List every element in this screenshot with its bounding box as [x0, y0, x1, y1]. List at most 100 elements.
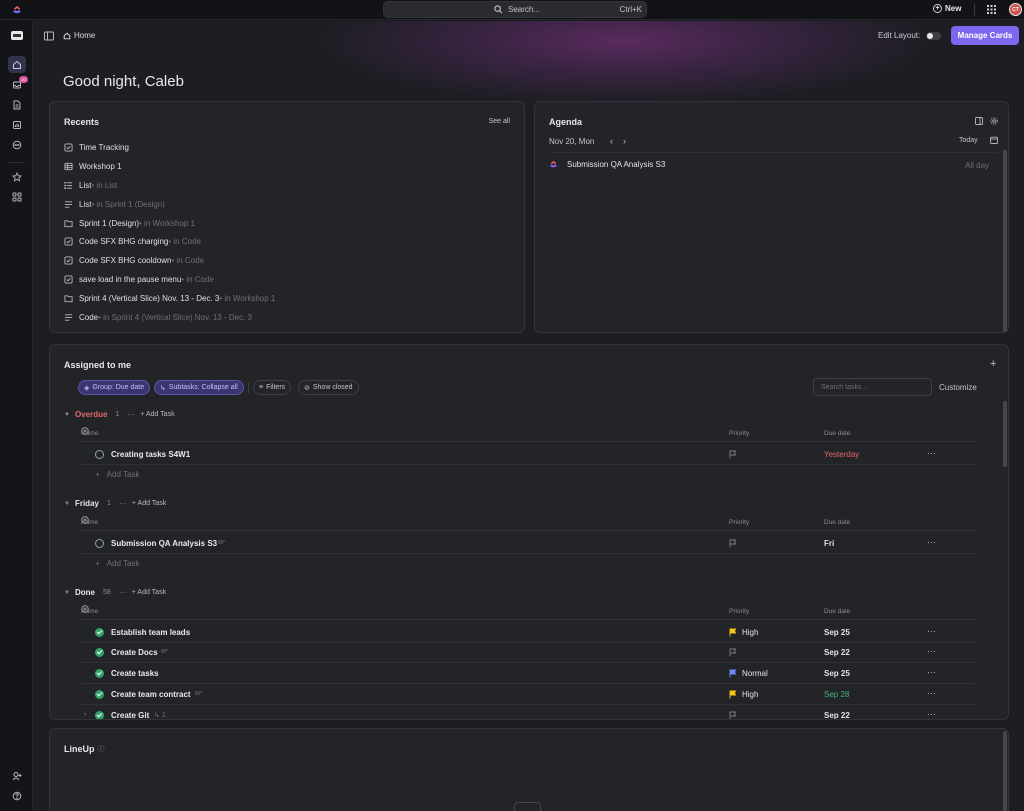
apps-grid-icon[interactable]: [987, 5, 996, 14]
add-task-button[interactable]: + Add Task: [132, 589, 166, 596]
task-row[interactable]: Creating tasks S4W1 Yesterday ···: [81, 445, 975, 465]
add-icon[interactable]: +: [990, 358, 996, 370]
agenda-today-button[interactable]: Today: [959, 137, 978, 144]
home-icon[interactable]: [8, 56, 26, 73]
task-due[interactable]: Yesterday: [824, 450, 859, 459]
task-row[interactable]: Create tasks Normal Sep 25 ···: [81, 664, 975, 684]
flag-icon[interactable]: [729, 539, 737, 548]
group-header-friday[interactable]: ▼ Friday 1 ··· + Add Task: [64, 499, 166, 508]
panel-icon[interactable]: [975, 117, 983, 125]
info-icon[interactable]: ⓘ: [98, 744, 105, 754]
col-due[interactable]: Due date: [824, 430, 850, 437]
task-due[interactable]: Fri: [824, 539, 834, 548]
recent-item[interactable]: Sprint 4 (Vertical Slice) Nov. 13 - Dec.…: [64, 289, 275, 308]
collapse-handle[interactable]: [514, 802, 541, 811]
task-priority[interactable]: High: [742, 690, 758, 699]
col-priority[interactable]: Priority: [729, 519, 749, 526]
recent-item[interactable]: Workshop 1: [64, 157, 275, 176]
task-due[interactable]: Sep 25: [824, 628, 850, 637]
recent-item[interactable]: Code SFX BHG charging • in Code: [64, 232, 275, 251]
spaces-icon[interactable]: [8, 188, 26, 205]
recent-item[interactable]: Code SFX BHG cooldown • in Code: [64, 251, 275, 270]
recent-item[interactable]: Code • in Sprint 4 (Vertical Slice) Nov.…: [64, 308, 275, 327]
assigned-scrollbar[interactable]: [1003, 401, 1007, 467]
add-task-button[interactable]: + Add Task: [132, 500, 166, 507]
task-due[interactable]: Sep 22: [824, 711, 850, 719]
status-open-icon[interactable]: [95, 539, 104, 548]
task-row[interactable]: Establish team leads High Sep 25 ···: [81, 623, 975, 643]
invite-icon[interactable]: [8, 767, 26, 784]
task-due[interactable]: Sep 22: [824, 648, 850, 657]
more-icon[interactable]: ···: [927, 537, 936, 547]
flag-icon[interactable]: [729, 711, 737, 720]
flag-icon[interactable]: [729, 648, 737, 657]
subtask-count[interactable]: ↳ 1: [154, 711, 166, 719]
see-all-link[interactable]: See all: [489, 118, 510, 125]
expand-caret-icon[interactable]: ›: [84, 711, 86, 718]
calendar-icon[interactable]: [990, 136, 998, 144]
more-icon[interactable]: ···: [927, 646, 936, 656]
global-search[interactable]: Search... Ctrl+K: [383, 1, 647, 18]
add-task-row[interactable]: + Add Task: [95, 559, 139, 568]
add-task-row[interactable]: + Add Task: [95, 470, 139, 479]
favorites-icon[interactable]: [8, 168, 26, 185]
col-due[interactable]: Due date: [824, 519, 850, 526]
docs-icon[interactable]: [8, 96, 26, 113]
col-name[interactable]: Name: [81, 608, 98, 615]
manage-cards-button[interactable]: Manage Cards: [951, 26, 1019, 45]
recent-item[interactable]: List • in Sprint 1 (Design): [64, 195, 275, 214]
agenda-event[interactable]: Submission QA Analysis S3: [549, 160, 665, 169]
task-priority[interactable]: Normal: [742, 669, 768, 678]
workspace-logo[interactable]: [11, 31, 23, 40]
task-row[interactable]: › Create Git ↳ 1 Sep 22 ···: [81, 706, 975, 720]
more-icon[interactable]: ···: [927, 448, 936, 458]
search-tasks-input[interactable]: Search tasks...: [813, 378, 932, 396]
status-open-icon[interactable]: [95, 450, 104, 459]
group-header-done[interactable]: ▼ Done 58 ··· + Add Task: [64, 588, 166, 597]
status-done-icon[interactable]: [95, 690, 104, 699]
more-icon[interactable]: ···: [119, 499, 127, 508]
clickup-logo[interactable]: [12, 5, 22, 15]
user-avatar[interactable]: CT: [1009, 3, 1022, 16]
breadcrumb[interactable]: Home: [63, 31, 95, 40]
more-icon[interactable]: ···: [927, 709, 936, 719]
more-icon[interactable]: ···: [119, 588, 127, 597]
col-priority[interactable]: Priority: [729, 608, 749, 615]
customize-button[interactable]: Customize: [939, 383, 977, 392]
task-due[interactable]: Sep 28: [824, 690, 849, 699]
status-done-icon[interactable]: [95, 711, 104, 719]
subtasks-chip[interactable]: ↳ Subtasks: Collapse all: [154, 380, 244, 395]
more-icon[interactable]: [8, 136, 26, 153]
settings-icon[interactable]: [990, 117, 998, 125]
more-icon[interactable]: ···: [927, 688, 936, 698]
sidebar-toggle-icon[interactable]: [44, 31, 54, 41]
new-button[interactable]: + New: [933, 4, 961, 13]
col-name[interactable]: Name: [81, 519, 98, 526]
show-closed-chip[interactable]: ⊘ Show closed: [298, 380, 359, 395]
more-icon[interactable]: ···: [927, 667, 936, 677]
lineup-scrollbar[interactable]: [1003, 731, 1007, 811]
help-icon[interactable]: [8, 787, 26, 804]
recent-item[interactable]: Time Tracking: [64, 138, 275, 157]
status-done-icon[interactable]: [95, 628, 104, 637]
recent-item[interactable]: Sprint 1 (Design) • in Workshop 1: [64, 214, 275, 233]
status-done-icon[interactable]: [95, 648, 104, 657]
flag-icon[interactable]: [729, 450, 737, 459]
flag-high-icon[interactable]: [729, 628, 737, 637]
caret-down-icon[interactable]: ▼: [64, 501, 70, 507]
dashboards-icon[interactable]: [8, 116, 26, 133]
add-task-button[interactable]: + Add Task: [140, 411, 174, 418]
status-done-icon[interactable]: [95, 669, 104, 678]
col-name[interactable]: Name: [81, 430, 98, 437]
col-due[interactable]: Due date: [824, 608, 850, 615]
edit-layout-toggle[interactable]: [926, 32, 941, 40]
recent-item[interactable]: save load in the pause menu • in Code: [64, 270, 275, 289]
group-chip[interactable]: ◈ Group: Due date: [78, 380, 151, 395]
caret-down-icon[interactable]: ▼: [64, 412, 70, 418]
more-icon[interactable]: ···: [127, 410, 135, 419]
filters-chip[interactable]: ≡ Filters: [253, 380, 292, 395]
col-priority[interactable]: Priority: [729, 430, 749, 437]
task-priority[interactable]: High: [742, 628, 758, 637]
more-icon[interactable]: ···: [927, 626, 936, 636]
task-row[interactable]: Create team contract High Sep 28 ···: [81, 685, 975, 705]
